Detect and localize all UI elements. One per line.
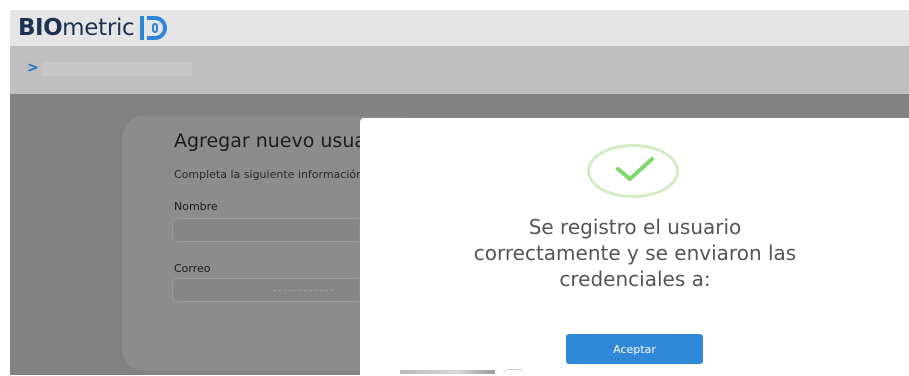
bottom-artifact xyxy=(400,370,495,374)
app-header: BIO metric xyxy=(10,10,909,46)
left-edge xyxy=(0,10,10,375)
breadcrumb-item[interactable] xyxy=(42,62,192,76)
brand-metric-text: metric xyxy=(62,15,135,41)
chevron-right-icon[interactable]: > xyxy=(27,60,39,76)
brand-bio-text: BIO xyxy=(18,15,63,41)
success-message-line: credenciales a: xyxy=(559,267,711,291)
breadcrumb: > xyxy=(10,46,909,94)
input-placeholder-marks xyxy=(273,290,333,293)
fingerprint-icon xyxy=(152,23,159,33)
checkmark-icon xyxy=(616,157,654,181)
brand-id-mark xyxy=(147,16,168,40)
success-message: Se registro el usuario correctamente y s… xyxy=(380,214,890,292)
brand-logo[interactable]: BIO metric xyxy=(18,15,168,41)
success-message-line: Se registro el usuario xyxy=(528,215,742,239)
success-check-icon xyxy=(587,144,679,198)
accept-button[interactable]: Aceptar xyxy=(566,334,703,364)
form-subtitle: Completa la siguiente información xyxy=(174,168,360,181)
top-strip xyxy=(0,0,909,10)
nombre-input[interactable] xyxy=(172,218,359,242)
success-message-line: correctamente y se enviaron las xyxy=(473,241,797,265)
nombre-label: Nombre xyxy=(174,200,218,213)
correo-label: Correo xyxy=(174,262,211,275)
correo-input[interactable] xyxy=(172,278,359,302)
brand-bar xyxy=(140,16,145,40)
form-title: Agregar nuevo usuario xyxy=(174,130,360,152)
